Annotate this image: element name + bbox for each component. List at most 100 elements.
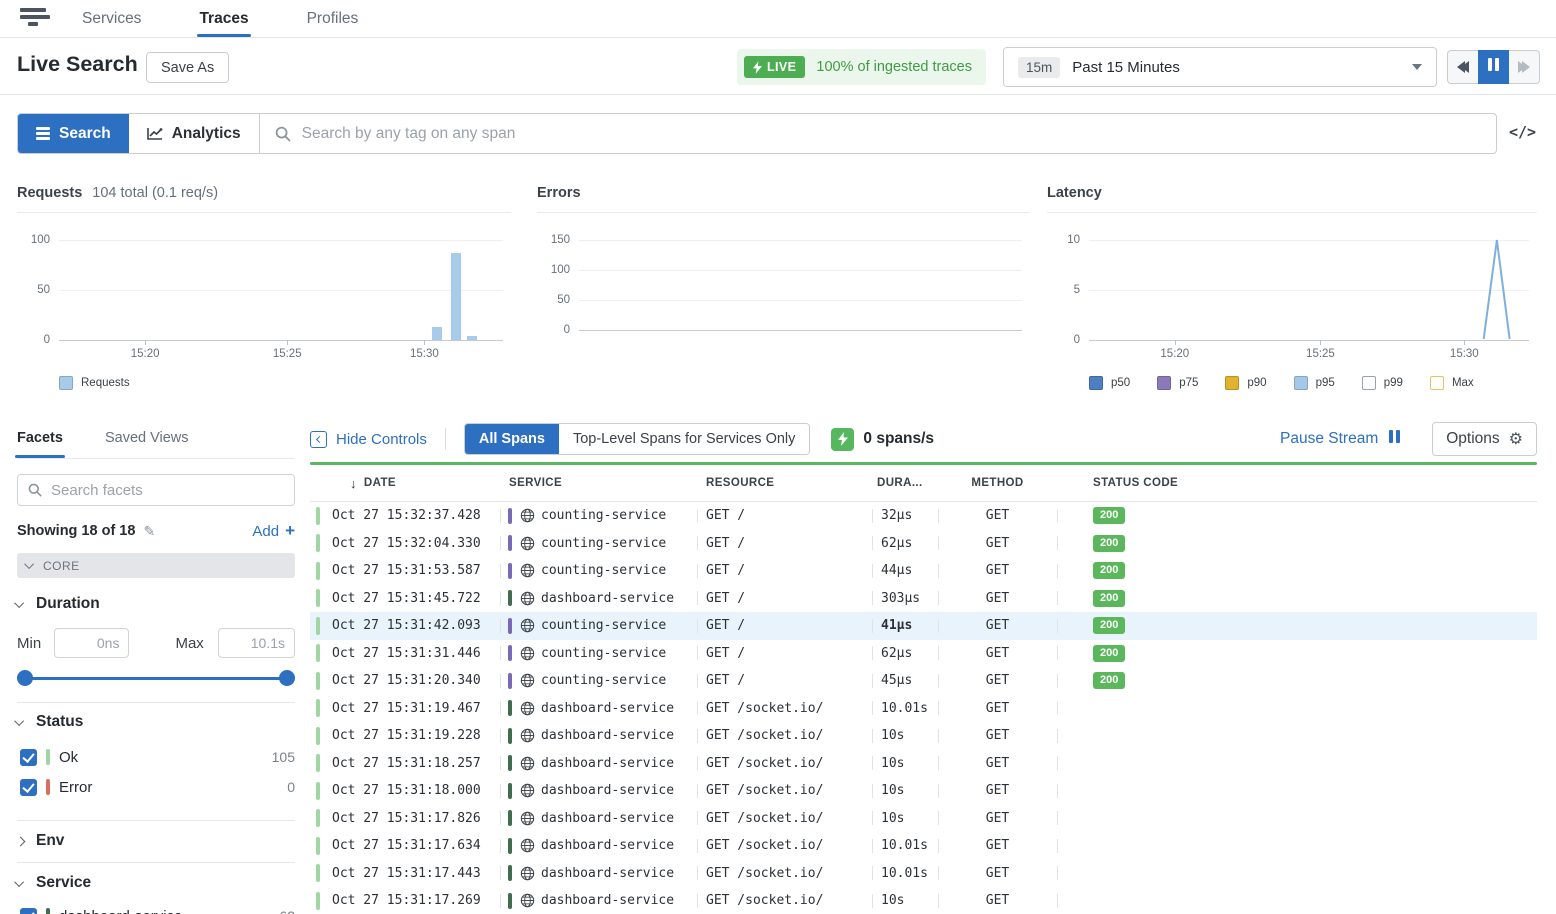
table-row[interactable]: Oct 27 15:32:37.428counting-serviceGET /… bbox=[310, 502, 1537, 530]
save-as-button[interactable]: Save As bbox=[146, 52, 229, 83]
tab-saved-views[interactable]: Saved Views bbox=[105, 430, 189, 458]
tab-search[interactable]: Search bbox=[18, 114, 129, 153]
table-row[interactable]: Oct 27 15:31:17.443dashboard-serviceGET … bbox=[310, 860, 1537, 888]
table-row[interactable]: Oct 27 15:31:20.340counting-serviceGET /… bbox=[310, 667, 1537, 695]
pause-stream-button[interactable]: Pause Stream bbox=[1280, 430, 1401, 448]
options-button[interactable]: Options ⚙ bbox=[1432, 422, 1537, 456]
slider-handle-max[interactable] bbox=[279, 670, 295, 686]
row-date: Oct 27 15:31:53.587 bbox=[332, 563, 481, 578]
chart-plot: 051015:2015:2515:30 bbox=[1089, 240, 1529, 340]
table-row[interactable]: Oct 27 15:31:18.257dashboard-serviceGET … bbox=[310, 750, 1537, 778]
globe-icon bbox=[520, 563, 535, 578]
table-row[interactable]: Oct 27 15:32:04.330counting-serviceGET /… bbox=[310, 530, 1537, 558]
slider-handle-min[interactable] bbox=[17, 670, 33, 686]
status-code-badge: 200 bbox=[1093, 535, 1125, 552]
duration-min-input[interactable] bbox=[55, 629, 128, 657]
column-header-status-code[interactable]: STATUS CODE bbox=[1057, 465, 1537, 501]
table-row[interactable]: Oct 27 15:31:31.446counting-serviceGET /… bbox=[310, 640, 1537, 668]
nav-item-profiles[interactable]: Profiles bbox=[307, 0, 359, 37]
trace-table: ↓DATE SERVICE RESOURCE DURA... METHOD ST… bbox=[310, 462, 1537, 914]
table-row[interactable]: Oct 27 15:31:17.826dashboard-serviceGET … bbox=[310, 805, 1537, 833]
app-logo-icon[interactable] bbox=[20, 8, 50, 37]
legend-item[interactable]: Max bbox=[1430, 376, 1474, 390]
checkbox-checked[interactable] bbox=[20, 908, 37, 914]
facet-search-input[interactable] bbox=[51, 482, 284, 499]
row-method: GET bbox=[986, 838, 1009, 853]
legend-item[interactable]: p99 bbox=[1362, 376, 1403, 390]
error-color-bar bbox=[46, 779, 50, 795]
time-range-picker[interactable]: 15m Past 15 Minutes bbox=[1003, 47, 1437, 87]
pencil-icon[interactable]: ✎ bbox=[143, 523, 155, 540]
column-header-method[interactable]: METHOD bbox=[938, 465, 1057, 501]
legend-item[interactable]: p50 bbox=[1089, 376, 1130, 390]
facet-row-service[interactable]: dashboard-service 62 bbox=[20, 906, 295, 914]
top-level-spans-segment[interactable]: Top-Level Spans for Services Only bbox=[559, 424, 809, 454]
core-section-header[interactable]: CORE bbox=[17, 553, 295, 578]
pause-button[interactable] bbox=[1478, 50, 1509, 84]
service-section-header[interactable]: Service bbox=[17, 874, 91, 892]
legend-item[interactable]: p90 bbox=[1225, 376, 1266, 390]
row-method: GET bbox=[986, 756, 1009, 771]
code-icon[interactable]: </> bbox=[1509, 123, 1536, 141]
nav-item-traces[interactable]: Traces bbox=[199, 0, 248, 37]
latency-chart: Latency 051015:2015:2515:30 p50 p75 p90 p95… bbox=[1047, 178, 1537, 408]
hide-controls-button[interactable]: Hide Controls bbox=[310, 431, 427, 448]
table-row[interactable]: Oct 27 15:31:53.587counting-serviceGET /… bbox=[310, 557, 1537, 585]
duration-max-input[interactable] bbox=[219, 629, 294, 657]
facet-row-ok[interactable]: Ok 105 bbox=[20, 747, 295, 767]
x-axis-tick-label: 15:20 bbox=[1160, 348, 1189, 360]
row-status-bar bbox=[316, 837, 320, 855]
chart-title: Latency bbox=[1047, 185, 1102, 201]
legend-swatch bbox=[1362, 376, 1376, 390]
row-method: GET bbox=[986, 673, 1009, 688]
y-axis-tick-label: 0 bbox=[44, 334, 50, 346]
tab-analytics[interactable]: Analytics bbox=[129, 114, 260, 153]
tab-facets[interactable]: Facets bbox=[17, 430, 63, 458]
y-axis-tick-label: 10 bbox=[1067, 234, 1080, 246]
sort-desc-icon: ↓ bbox=[350, 476, 357, 491]
span-search-input[interactable] bbox=[302, 125, 1481, 143]
span-search-field[interactable] bbox=[260, 114, 1496, 153]
rewind-button[interactable] bbox=[1447, 50, 1478, 84]
service-color-bar bbox=[508, 810, 512, 826]
bar[interactable] bbox=[432, 327, 442, 340]
nav-item-services[interactable]: Services bbox=[82, 0, 141, 37]
column-header-service[interactable]: SERVICE bbox=[500, 465, 697, 501]
column-header-duration[interactable]: DURA... bbox=[872, 465, 938, 501]
legend-item[interactable]: Requests bbox=[59, 376, 130, 390]
checkbox-checked[interactable] bbox=[20, 779, 37, 796]
add-facet-button[interactable]: Add+ bbox=[252, 521, 295, 541]
legend-item[interactable]: p95 bbox=[1294, 376, 1335, 390]
table-row[interactable]: Oct 27 15:31:17.269dashboard-serviceGET … bbox=[310, 887, 1537, 914]
column-header-resource[interactable]: RESOURCE bbox=[697, 465, 872, 501]
legend-item[interactable]: p75 bbox=[1157, 376, 1198, 390]
table-row[interactable]: Oct 27 15:31:45.722dashboard-serviceGET … bbox=[310, 585, 1537, 613]
row-status-bar bbox=[316, 562, 320, 580]
y-axis-tick-label: 0 bbox=[1074, 334, 1080, 346]
table-row[interactable]: Oct 27 15:31:19.228dashboard-serviceGET … bbox=[310, 722, 1537, 750]
bar[interactable] bbox=[467, 336, 477, 340]
status-section-header[interactable]: Status bbox=[17, 713, 83, 731]
table-row[interactable]: Oct 27 15:31:42.093counting-serviceGET /… bbox=[310, 612, 1537, 640]
facet-search-field[interactable] bbox=[17, 474, 295, 506]
x-axis-tick-label: 15:30 bbox=[410, 348, 439, 360]
forward-button[interactable] bbox=[1509, 50, 1540, 84]
all-spans-segment[interactable]: All Spans bbox=[465, 424, 559, 454]
facet-row-error[interactable]: Error 0 bbox=[20, 777, 295, 797]
chart-legend: p50 p75 p90 p95 p99 Max bbox=[1089, 376, 1474, 390]
duration-slider[interactable] bbox=[17, 670, 295, 686]
column-header-date[interactable]: ↓DATE bbox=[310, 465, 500, 501]
table-row[interactable]: Oct 27 15:31:18.000dashboard-serviceGET … bbox=[310, 777, 1537, 805]
row-duration: 10s bbox=[881, 811, 904, 826]
table-row[interactable]: Oct 27 15:31:19.467dashboard-serviceGET … bbox=[310, 695, 1537, 723]
globe-icon bbox=[520, 673, 535, 688]
y-axis-tick-label: 0 bbox=[564, 324, 570, 336]
table-row[interactable]: Oct 27 15:31:17.634dashboard-serviceGET … bbox=[310, 832, 1537, 860]
checkbox-checked[interactable] bbox=[20, 749, 37, 766]
bar[interactable] bbox=[451, 253, 461, 340]
row-status-bar bbox=[316, 809, 320, 827]
duration-section-header[interactable]: Duration bbox=[17, 595, 100, 613]
row-duration: 45µs bbox=[881, 673, 912, 688]
env-section-header[interactable]: Env bbox=[17, 832, 64, 850]
legend-swatch bbox=[59, 376, 73, 390]
